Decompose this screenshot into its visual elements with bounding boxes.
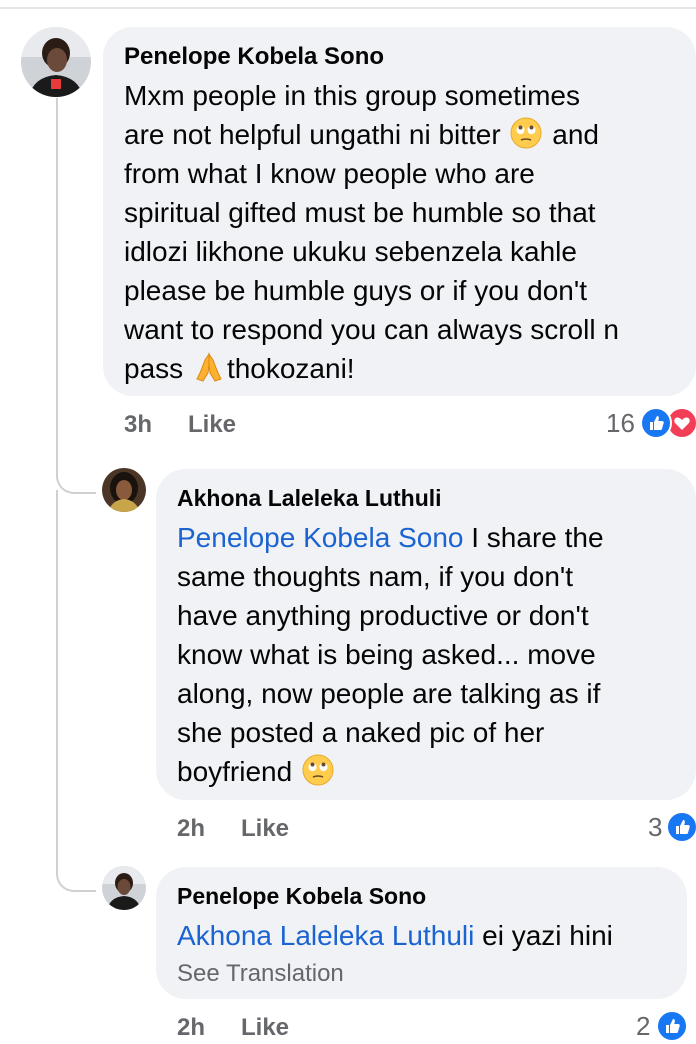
reaction-count[interactable]: 16 [606,408,635,439]
text-line: boyfriend [177,752,604,791]
text-line: spiritual gifted must be humble so that [124,197,596,228]
profile-photo [21,27,91,97]
face-with-rolling-eyes-emoji [510,117,542,149]
profile-photo [102,468,146,512]
like-icon [666,811,696,843]
text-segment: I share the [471,522,604,553]
thread-branch-1 [56,400,96,494]
reaction-count[interactable]: 2 [636,1011,650,1042]
comment-author[interactable]: Penelope Kobela Sono [124,43,384,71]
text-line: have anything productive or don't [177,600,589,631]
see-translation-link[interactable]: See Translation [177,960,344,988]
thread-branch-2 [56,820,96,892]
text-segment: boyfriend [177,756,293,787]
text-line: please be humble guys or if you don't [124,275,587,306]
comment-text: Akhona Laleleka Luthuli ei yazi hini [177,916,613,955]
comment-time[interactable]: 3h [124,411,152,439]
text-segment: and [552,119,599,150]
mention-link[interactable]: Akhona Laleleka Luthuli [177,920,474,951]
reaction-count[interactable]: 3 [648,812,662,843]
avatar[interactable] [102,468,146,512]
comment-text: Mxm people in this group sometimes are n… [124,76,619,388]
text-segment: pass [124,353,184,384]
text-line: Mxm people in this group sometimes [124,80,580,111]
like-button[interactable]: Like [241,1014,289,1042]
avatar[interactable] [21,27,91,97]
comment-author[interactable]: Penelope Kobela Sono [177,883,426,910]
mention-link[interactable]: Penelope Kobela Sono [177,522,463,553]
comment-author[interactable]: Akhona Laleleka Luthuli [177,485,442,512]
avatar[interactable] [102,866,146,910]
like-button[interactable]: Like [241,815,289,843]
text-segment: are not helpful ungathi ni bitter [124,119,501,150]
text-line: want to respond you can always scroll n [124,314,619,345]
text-line: know what is being asked... move [177,639,596,670]
folded-hands-emoji [193,351,225,383]
text-line: from what I know people who are [124,158,535,189]
like-icon [656,1010,688,1042]
text-line: Akhona Laleleka Luthuli ei yazi hini [177,916,613,955]
text-line: pass thokozani! [124,349,619,388]
text-line: same thoughts nam, if you don't [177,561,574,592]
profile-photo [102,866,146,910]
comment-time[interactable]: 2h [177,815,205,843]
text-line: idlozi likhone ukuku sebenzela kahle [124,236,577,267]
text-line: along, now people are talking as if [177,678,601,709]
text-line: are not helpful ungathi ni bitter and [124,115,619,154]
like-button[interactable]: Like [188,411,236,439]
text-line: Penelope Kobela Sono I share the [177,518,604,557]
text-line: she posted a naked pic of her [177,717,545,748]
top-divider [0,7,696,9]
comment-text: Penelope Kobela Sono I share the same th… [177,518,604,791]
comment-time[interactable]: 2h [177,1014,205,1042]
like-icon [640,407,672,439]
text-segment: ei yazi hini [482,920,613,951]
text-segment: thokozani! [226,353,355,384]
thread-line [56,98,58,410]
thread-line-lower [56,490,58,820]
face-with-rolling-eyes-emoji [302,754,334,786]
